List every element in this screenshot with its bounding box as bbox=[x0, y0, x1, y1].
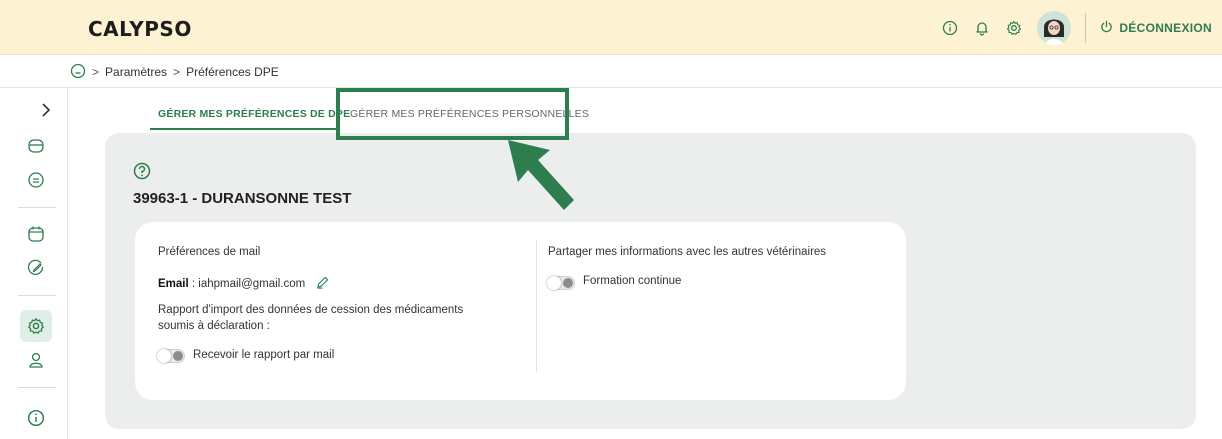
top-bar: CALYPSO DÉCONNEXION bbox=[0, 0, 1222, 55]
user-icon bbox=[29, 352, 43, 368]
email-row: Email : iahpmail@gmail.com bbox=[158, 276, 329, 292]
report-description-line-1: Rapport d'import des données de cession … bbox=[158, 304, 464, 316]
home-icon[interactable] bbox=[70, 63, 86, 82]
mail-preferences-heading: Préférences de mail bbox=[158, 246, 261, 258]
info-icon[interactable] bbox=[941, 19, 959, 37]
toggle-knob bbox=[173, 351, 183, 361]
toggle-knob bbox=[563, 278, 573, 288]
logout-label: DÉCONNEXION bbox=[1119, 20, 1212, 35]
annotation-highlight-box bbox=[336, 88, 569, 140]
gear-icon[interactable] bbox=[1005, 19, 1023, 37]
calendar-icon bbox=[28, 226, 44, 242]
active-tab-indicator bbox=[150, 128, 336, 130]
report-mail-toggle[interactable] bbox=[157, 349, 185, 363]
divider bbox=[1085, 12, 1087, 43]
info-icon bbox=[27, 409, 45, 427]
chevron-right-icon: > bbox=[92, 65, 100, 79]
annotation-arrow bbox=[500, 134, 580, 225]
logout-button[interactable]: DÉCONNEXION bbox=[1100, 20, 1212, 36]
avatar[interactable] bbox=[1037, 10, 1072, 45]
divider bbox=[18, 207, 56, 208]
breadcrumb-item-settings[interactable]: Paramètres bbox=[105, 65, 167, 79]
edit-pencil-icon[interactable] bbox=[316, 276, 329, 292]
sidebar-item-basket[interactable] bbox=[20, 130, 52, 162]
power-icon bbox=[1100, 20, 1113, 36]
breadcrumb: > Paramètres > Préférences DPE bbox=[70, 62, 279, 82]
chevron-right-icon: > bbox=[173, 65, 181, 79]
sidebar-item-settings[interactable] bbox=[20, 310, 52, 342]
top-bar-actions: DÉCONNEXION bbox=[941, 0, 1212, 55]
continuing-education-label: Formation continue bbox=[583, 275, 682, 287]
sidebar bbox=[0, 88, 68, 439]
divider bbox=[536, 240, 537, 372]
basket-icon bbox=[28, 139, 44, 153]
pencil-circle-icon bbox=[27, 259, 44, 275]
sidebar-item-calendar[interactable] bbox=[20, 218, 52, 250]
share-info-heading: Partager mes informations avec les autre… bbox=[548, 246, 827, 258]
gear-icon bbox=[28, 318, 44, 334]
expand-sidebar-button[interactable] bbox=[34, 94, 58, 126]
report-mail-toggle-label: Recevoir le rapport par mail bbox=[193, 349, 335, 361]
sidebar-item-edit[interactable] bbox=[20, 252, 52, 284]
bell-icon[interactable] bbox=[973, 19, 991, 37]
email-label: Email bbox=[158, 278, 189, 290]
document-icon bbox=[28, 172, 44, 188]
continuing-education-toggle[interactable] bbox=[547, 276, 575, 290]
report-description-line-2: soumis à déclaration : bbox=[158, 320, 270, 332]
sidebar-item-profile[interactable] bbox=[20, 344, 52, 376]
divider bbox=[0, 87, 1222, 88]
page-title: 39963-1 - DURANSONNE TEST bbox=[133, 190, 352, 207]
divider bbox=[18, 387, 56, 388]
breadcrumb-item-dpe-preferences: Préférences DPE bbox=[186, 65, 279, 79]
app-logo[interactable]: CALYPSO bbox=[88, 17, 192, 41]
divider bbox=[18, 295, 56, 296]
sidebar-item-info[interactable] bbox=[20, 402, 52, 434]
help-icon[interactable] bbox=[133, 162, 151, 185]
sidebar-item-documents[interactable] bbox=[20, 164, 52, 196]
tab-dpe-preferences[interactable]: GÉRER MES PRÉFÉRENCES DE DPE bbox=[158, 108, 350, 120]
email-value: : iahpmail@gmail.com bbox=[188, 278, 306, 290]
